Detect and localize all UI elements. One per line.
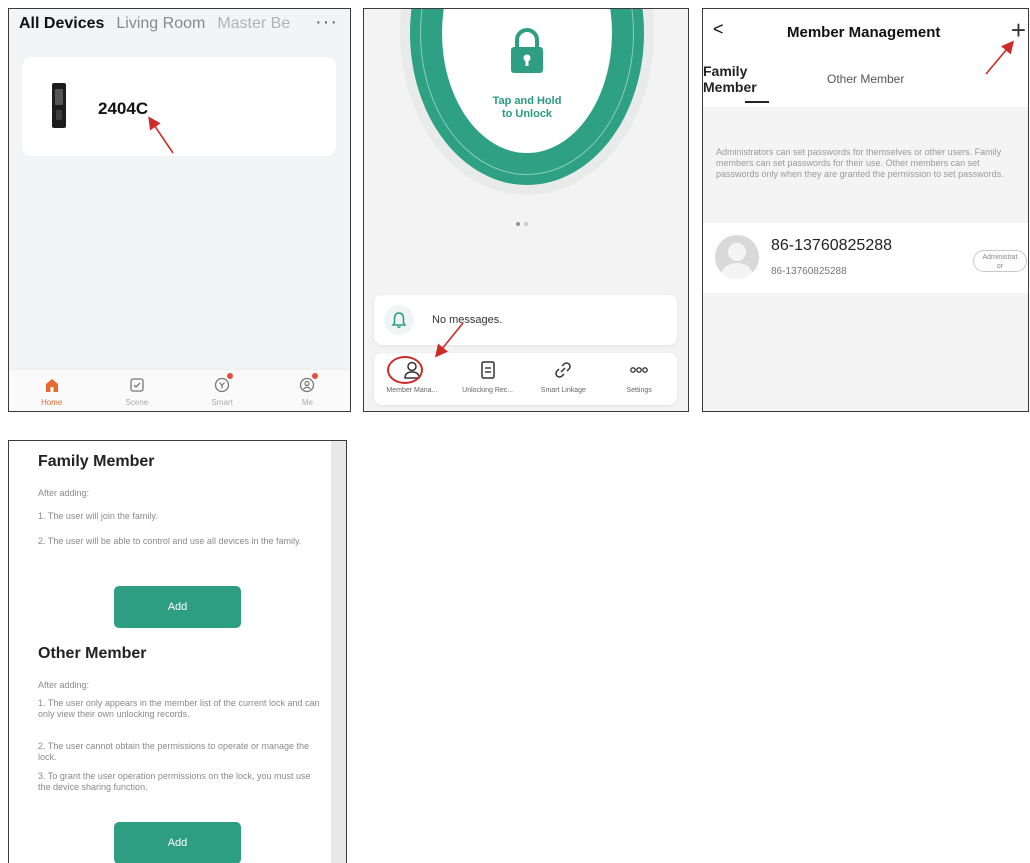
role-badge: Administrat or	[973, 250, 1027, 272]
tab-master-bedroom[interactable]: Master Be	[217, 15, 290, 33]
bell-icon-wrap	[384, 305, 414, 335]
app-home-screen: All Devices Living Room Master Be ··· 24…	[8, 8, 351, 412]
bell-icon	[391, 312, 407, 328]
other-point-2: 2. The user cannot obtain the permission…	[38, 741, 310, 762]
message-text: No messages.	[432, 314, 503, 326]
nav-home-label: Home	[40, 398, 63, 407]
member-account: 86-13760825288	[771, 266, 847, 277]
role-line-2: or	[996, 263, 1004, 270]
scene-icon	[130, 378, 144, 392]
lock-action-bar: Member Mana... Unlocking Rec... Smart Li…	[374, 353, 677, 405]
tab-family-member[interactable]: Family Member	[703, 63, 757, 95]
home-icon	[45, 379, 58, 392]
member-management-button[interactable]: Member Mana...	[374, 353, 450, 405]
smart-lock-image	[52, 83, 66, 128]
tab-other-member[interactable]: Other Member	[827, 72, 904, 86]
nav-me-label: Me	[301, 398, 313, 407]
unlocking-records-button[interactable]: Unlocking Rec...	[450, 353, 526, 405]
link-icon	[555, 362, 572, 378]
member-name: 86-13760825288	[771, 237, 893, 254]
record-icon	[480, 361, 495, 379]
tab-family-line-2: Member	[703, 79, 757, 95]
back-icon[interactable]: <	[713, 19, 724, 40]
settings-button[interactable]: Settings	[601, 353, 677, 405]
settings-label: Settings	[626, 387, 652, 394]
nav-scene[interactable]: Scene	[94, 370, 179, 411]
smart-linkage-button[interactable]: Smart Linkage	[526, 353, 602, 405]
member-management-label: Member Mana...	[386, 387, 438, 394]
unlocking-records-label: Unlocking Rec...	[462, 387, 514, 394]
nav-scene-label: Scene	[125, 398, 149, 407]
add-member-icon[interactable]: +	[1011, 15, 1026, 46]
lock-icon	[511, 28, 543, 73]
unlock-instruction: Tap and Hold to Unlock	[477, 95, 577, 121]
family-member-title: Family Member	[38, 453, 155, 470]
avatar	[715, 235, 759, 279]
permission-info-text: Administrators can set passwords for the…	[716, 147, 1004, 179]
nav-home[interactable]: Home	[9, 370, 94, 411]
unlock-line-2: to Unlock	[501, 108, 553, 120]
settings-dots-icon	[630, 367, 648, 373]
role-line-1: Administrat	[982, 254, 1018, 261]
active-tab-indicator	[745, 101, 769, 103]
add-member-screen: Family Member After adding: 1. The user …	[8, 440, 347, 863]
other-after-adding: After adding:	[38, 680, 90, 690]
more-icon[interactable]: ···	[315, 11, 338, 34]
page-indicator	[516, 222, 528, 226]
tab-family-line-1: Family	[703, 63, 748, 79]
member-list-item[interactable]: 86-13760825288 86-13760825288 Administra…	[703, 223, 1028, 293]
device-name: 2404C	[98, 99, 149, 118]
page-dot-active	[516, 222, 520, 226]
other-point-1: 1. The user only appears in the member l…	[38, 698, 320, 719]
page-dot	[524, 222, 528, 226]
unlock-line-1: Tap and Hold	[492, 95, 562, 107]
message-card[interactable]: No messages.	[374, 295, 677, 345]
nav-me[interactable]: Me	[265, 370, 350, 411]
family-after-adding: After adding:	[38, 488, 90, 498]
family-point-1: 1. The user will join the family.	[38, 511, 158, 521]
add-family-member-button[interactable]: Add	[114, 586, 241, 628]
page-title: Member Management	[787, 24, 941, 41]
highlight-circle	[387, 356, 423, 384]
device-card[interactable]: 2404C	[22, 57, 336, 156]
family-point-2: 2. The user will be able to control and …	[38, 536, 302, 546]
me-notification-dot	[312, 373, 319, 379]
smart-notification-dot	[227, 373, 234, 379]
nav-smart-label: Smart	[211, 398, 233, 407]
scroll-edge	[331, 441, 346, 863]
member-management-screen: < Member Management + Family Member Othe…	[702, 8, 1029, 412]
smart-linkage-label: Smart Linkage	[540, 387, 586, 394]
lock-control-screen: Tap and Hold to Unlock No messages. Memb…	[363, 8, 689, 412]
add-member-content: Family Member After adding: 1. The user …	[9, 441, 333, 863]
tab-living-room[interactable]: Living Room	[116, 15, 205, 33]
add-other-member-button[interactable]: Add	[114, 822, 241, 863]
tab-all-devices[interactable]: All Devices	[19, 15, 104, 33]
other-point-3: 3. To grant the user operation permissio…	[38, 771, 311, 792]
other-member-title: Other Member	[38, 645, 147, 662]
nav-smart[interactable]: Smart	[180, 370, 265, 411]
room-tabs: All Devices Living Room Master Be	[19, 15, 302, 33]
bottom-nav: Home Scene Smart Me	[9, 369, 350, 411]
